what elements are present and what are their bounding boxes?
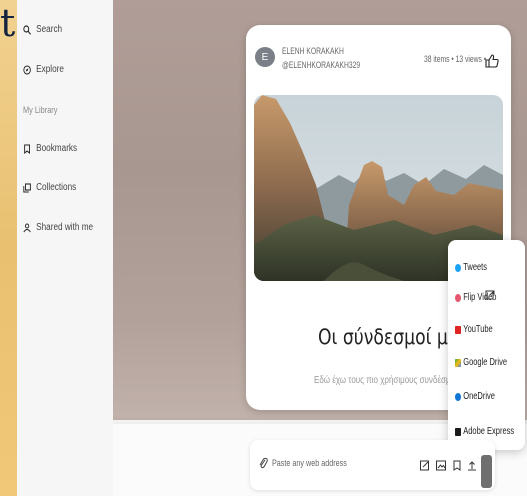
- bookmark-icon: [23, 143, 31, 154]
- sidebar-item-label: Search: [36, 24, 63, 35]
- sidebar-item-search[interactable]: Search: [23, 24, 62, 35]
- sidebar-item-shared[interactable]: Shared with me: [23, 222, 93, 233]
- youtube-icon: [455, 325, 461, 334]
- google-drive-icon: [455, 358, 461, 367]
- card-stats: 38 items • 13 views •: [424, 54, 487, 64]
- share-item-google-drive[interactable]: Google Drive: [455, 357, 507, 368]
- twitter-icon: [455, 263, 461, 272]
- library-heading: My Library: [23, 105, 58, 115]
- sidebar-item-label: Shared with me: [36, 222, 94, 233]
- scrollbar[interactable]: [481, 455, 492, 488]
- paste-url-input[interactable]: [272, 454, 384, 472]
- avatar[interactable]: E: [255, 47, 275, 67]
- sidebar: Search Explore My Library Bookmarks Coll…: [17, 0, 113, 496]
- author-name[interactable]: ELENH KORAKAKH: [282, 46, 344, 56]
- sidebar-item-explore[interactable]: Explore: [23, 64, 64, 75]
- upload-icon[interactable]: [467, 460, 477, 471]
- share-item-label: OneDrive: [463, 391, 495, 402]
- share-item-label: YouTube: [463, 324, 493, 335]
- share-menu: Tweets Flip Video YouTube Google Drive O…: [448, 240, 525, 450]
- bookmark-add-icon[interactable]: [452, 460, 462, 471]
- edit-icon[interactable]: [420, 460, 430, 471]
- sidebar-item-bookmarks[interactable]: Bookmarks: [23, 143, 77, 154]
- search-icon: [23, 24, 31, 35]
- share-item-youtube[interactable]: YouTube: [455, 324, 493, 335]
- adobe-express-icon: [455, 427, 461, 436]
- brand-letter: t: [0, 1, 16, 45]
- collection-description: Εδώ έχω τους πιο χρήσιμους συνδέσμους: [314, 375, 464, 386]
- collections-icon: [23, 182, 31, 193]
- image-icon[interactable]: [436, 460, 446, 471]
- share-item-onedrive[interactable]: OneDrive: [455, 391, 495, 402]
- author-handle: @ELENHKORAKAKH329: [282, 60, 361, 70]
- external-link-icon[interactable]: [485, 290, 495, 300]
- share-item-adobe-express[interactable]: Adobe Express: [455, 426, 514, 437]
- share-item-label: Tweets: [463, 262, 488, 273]
- sidebar-item-label: Collections: [36, 182, 77, 193]
- add-link-bar: [250, 440, 495, 490]
- sidebar-item-collections[interactable]: Collections: [23, 182, 76, 193]
- share-item-tweets[interactable]: Tweets: [455, 262, 487, 273]
- share-item-label: Adobe Express: [463, 426, 515, 437]
- explore-icon: [23, 64, 31, 75]
- sidebar-item-label: Explore: [36, 64, 64, 75]
- flip-icon: [455, 293, 461, 302]
- shared-icon: [23, 222, 31, 233]
- share-item-label: Google Drive: [463, 357, 508, 368]
- link-icon: [259, 457, 268, 469]
- thumbs-up-icon[interactable]: [485, 54, 499, 68]
- onedrive-icon: [455, 392, 461, 401]
- sidebar-item-label: Bookmarks: [36, 143, 78, 154]
- collection-title: Οι σύνδεσμοί μου: [318, 325, 469, 349]
- left-strip: t: [0, 0, 17, 496]
